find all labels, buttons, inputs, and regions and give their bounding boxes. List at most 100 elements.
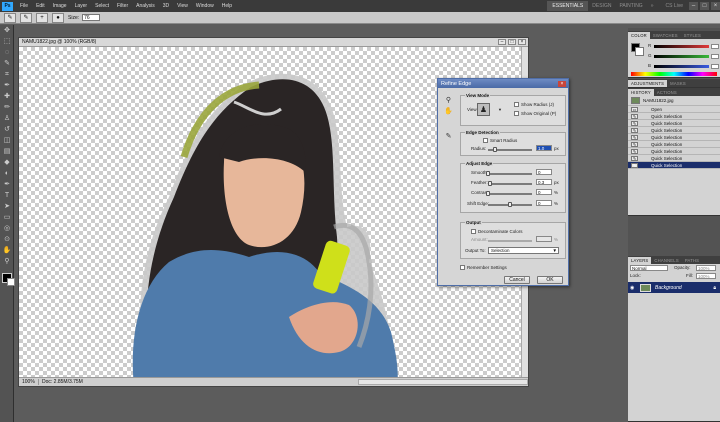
- path-selection-icon[interactable]: ➤: [2, 202, 12, 212]
- eye-icon[interactable]: ◉: [630, 285, 637, 291]
- tab-adjustments[interactable]: ADJUSTMENTS: [628, 80, 668, 87]
- tab-history[interactable]: HISTORY: [628, 89, 654, 96]
- horizontal-scrollbar[interactable]: [358, 379, 528, 385]
- history-item[interactable]: ▭ Open: [628, 106, 720, 113]
- menu-window[interactable]: Window: [192, 3, 218, 9]
- contrast-field[interactable]: 0: [536, 189, 552, 195]
- doc-close-icon[interactable]: ×: [518, 39, 526, 45]
- brush-tool-icon[interactable]: ✏: [2, 103, 12, 113]
- brush-picker-icon[interactable]: ●: [52, 12, 64, 23]
- show-original-checkbox[interactable]: [514, 111, 519, 116]
- fill-field[interactable]: 100%: [696, 273, 716, 279]
- layer-row-background[interactable]: ◉ Background 🔒︎: [628, 282, 720, 293]
- background-color-swatch[interactable]: [635, 47, 644, 56]
- menu-filter[interactable]: Filter: [113, 3, 132, 9]
- history-item[interactable]: ✎ Quick Selection: [628, 134, 720, 141]
- radius-field[interactable]: 1.0: [536, 145, 552, 151]
- refine-radius-tool-icon[interactable]: ✎: [444, 132, 453, 141]
- quick-selection-icon[interactable]: ✎: [2, 59, 12, 69]
- feather-slider-knob[interactable]: [488, 181, 492, 186]
- document-tab[interactable]: NAMU1822.jpg @ 100% (RGB/8) – □ ×: [19, 38, 528, 47]
- history-snapshot[interactable]: NAMU1822.jpg: [628, 96, 720, 106]
- history-item[interactable]: ✎ Quick Selection: [628, 148, 720, 155]
- feather-slider[interactable]: [488, 183, 532, 185]
- shift-edge-field[interactable]: 0: [536, 200, 552, 206]
- healing-brush-icon[interactable]: ✚: [2, 92, 12, 102]
- channel-r-slider[interactable]: [654, 45, 709, 48]
- smart-radius-checkbox[interactable]: [483, 138, 488, 143]
- history-item[interactable]: ✎ Quick Selection: [628, 127, 720, 134]
- zoom-tool-icon[interactable]: ⚲: [444, 96, 453, 105]
- blur-tool-icon[interactable]: ◆: [2, 158, 12, 168]
- add-to-selection-icon[interactable]: +: [36, 12, 48, 23]
- blend-mode-select[interactable]: Normal: [630, 265, 668, 271]
- dodge-tool-icon[interactable]: ◐: [2, 169, 12, 179]
- crop-tool-icon[interactable]: ⌗: [2, 70, 12, 80]
- channel-g-slider[interactable]: [654, 55, 709, 58]
- tab-actions[interactable]: ACTIONS: [654, 89, 680, 96]
- contrast-slider[interactable]: [488, 193, 532, 195]
- feather-field[interactable]: 0.3: [536, 179, 552, 185]
- cancel-button[interactable]: Cancel: [504, 276, 530, 284]
- hand-tool-icon[interactable]: ✋: [2, 246, 12, 256]
- show-radius-checkbox[interactable]: [514, 102, 519, 107]
- minimize-icon[interactable]: –: [689, 2, 698, 10]
- radius-slider-knob[interactable]: [493, 147, 497, 152]
- menu-image[interactable]: Image: [49, 3, 71, 9]
- smooth-slider-knob[interactable]: [486, 171, 490, 176]
- tab-layers[interactable]: LAYERS: [628, 257, 652, 264]
- 3d-orbit-icon[interactable]: ⊙: [2, 235, 12, 245]
- tab-channels[interactable]: CHANNELS: [651, 257, 681, 264]
- opacity-field[interactable]: 100%: [696, 265, 716, 271]
- menu-layer[interactable]: Layer: [71, 3, 92, 9]
- marquee-tool-icon[interactable]: ⬚: [2, 37, 12, 47]
- color-ramp[interactable]: [631, 72, 717, 76]
- close-icon[interactable]: ×: [711, 2, 720, 10]
- tab-swatches[interactable]: SWATCHES: [650, 32, 681, 39]
- smooth-slider[interactable]: [488, 173, 532, 175]
- shape-tool-icon[interactable]: ▭: [2, 213, 12, 223]
- history-item[interactable]: ✎ Quick Selection: [628, 155, 720, 162]
- smooth-field[interactable]: 0: [536, 169, 552, 175]
- workspace-design[interactable]: DESIGN: [588, 3, 615, 9]
- tab-color[interactable]: COLOR: [628, 32, 650, 39]
- color-swatches[interactable]: [2, 273, 15, 286]
- 3d-rotate-icon[interactable]: ◎: [2, 224, 12, 234]
- clone-stamp-icon[interactable]: ♙: [2, 114, 12, 124]
- channel-b-field[interactable]: [711, 64, 719, 69]
- new-selection-icon[interactable]: ✎: [20, 12, 32, 23]
- workspace-more[interactable]: »: [647, 3, 658, 9]
- history-brush-icon[interactable]: ↺: [2, 125, 12, 135]
- history-item[interactable]: ✎ Quick Selection: [628, 141, 720, 148]
- doc-maximize-icon[interactable]: □: [508, 39, 516, 45]
- type-tool-icon[interactable]: T: [2, 191, 12, 201]
- channel-r-field[interactable]: [711, 44, 719, 49]
- menu-help[interactable]: Help: [218, 3, 236, 9]
- hand-tool-icon[interactable]: ✋: [444, 107, 453, 116]
- view-dropdown-arrow[interactable]: ▼: [498, 107, 502, 112]
- menu-analysis[interactable]: Analysis: [132, 3, 159, 9]
- eyedropper-tool-icon[interactable]: ✒: [2, 81, 12, 91]
- menu-edit[interactable]: Edit: [32, 3, 49, 9]
- pen-tool-icon[interactable]: ✒: [2, 180, 12, 190]
- channel-b-slider[interactable]: [654, 65, 709, 68]
- menu-3d[interactable]: 3D: [159, 3, 173, 9]
- channel-g-field[interactable]: [711, 54, 719, 59]
- zoom-tool-icon[interactable]: ⚲: [2, 257, 12, 267]
- doc-minimize-icon[interactable]: –: [498, 39, 506, 45]
- tab-paths[interactable]: PATHS: [682, 257, 702, 264]
- tab-styles[interactable]: STYLES: [681, 32, 704, 39]
- output-to-select[interactable]: Selection ▼: [488, 247, 559, 254]
- workspace-essentials[interactable]: ESSENTIALS: [547, 1, 589, 11]
- history-item[interactable]: ✎ Quick Selection: [628, 113, 720, 120]
- view-mode-thumbnail[interactable]: ♟: [477, 103, 490, 116]
- workspace-painting[interactable]: PAINTING: [615, 3, 646, 9]
- contrast-slider-knob[interactable]: [486, 191, 490, 196]
- lasso-tool-icon[interactable]: ◌: [2, 48, 12, 58]
- menu-view[interactable]: View: [173, 3, 192, 9]
- zoom-level[interactable]: 100%: [19, 379, 39, 385]
- dialog-titlebar[interactable]: Refine Edge ×: [438, 79, 568, 88]
- remember-settings-checkbox[interactable]: [460, 265, 465, 270]
- maximize-icon[interactable]: □: [700, 2, 709, 10]
- cs-live-button[interactable]: CS Live: [661, 3, 687, 9]
